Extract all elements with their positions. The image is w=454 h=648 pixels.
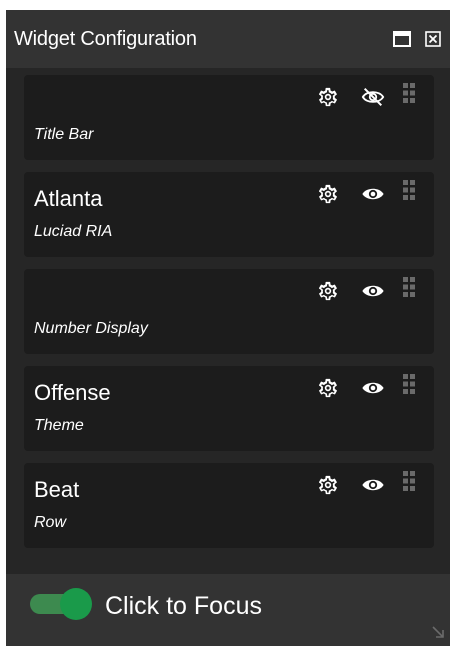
gear-icon[interactable] (316, 85, 340, 109)
window-title: Widget Configuration (14, 28, 197, 50)
focus-toggle-label: Click to Focus (105, 592, 262, 620)
gear-icon[interactable] (316, 279, 340, 303)
maximize-icon[interactable] (393, 30, 411, 48)
window-titlebar[interactable]: Widget Configuration (6, 10, 450, 68)
widget-configuration-panel: Widget Configuration Title Bar Atlanta L… (6, 10, 450, 646)
widget-card-row[interactable]: Beat Row (24, 463, 434, 548)
widget-subtitle: Row (34, 514, 67, 531)
widget-subtitle: Luciad RIA (34, 223, 113, 240)
widget-card-luciad-ria[interactable]: Atlanta Luciad RIA (24, 172, 434, 257)
widget-subtitle: Theme (34, 417, 84, 434)
drag-handle-icon[interactable] (400, 469, 418, 493)
widget-card-theme[interactable]: Offense Theme (24, 366, 434, 451)
drag-handle-icon[interactable] (400, 178, 418, 202)
widget-title: Offense (34, 380, 111, 405)
drag-handle-icon[interactable] (400, 81, 418, 105)
eye-icon[interactable] (361, 182, 385, 206)
panel-footer: Click to Focus (6, 574, 450, 646)
resize-grip-icon[interactable] (430, 624, 446, 640)
focus-toggle[interactable] (30, 588, 92, 620)
eye-icon[interactable] (361, 376, 385, 400)
drag-handle-icon[interactable] (400, 275, 418, 299)
widget-card-title-bar[interactable]: Title Bar (24, 75, 434, 160)
toggle-knob[interactable] (60, 588, 92, 620)
widget-list[interactable]: Title Bar Atlanta Luciad RIA Number Disp… (6, 68, 450, 574)
drag-handle-icon[interactable] (400, 372, 418, 396)
gear-icon[interactable] (316, 376, 340, 400)
gear-icon[interactable] (316, 473, 340, 497)
eye-icon[interactable] (361, 473, 385, 497)
widget-card-number-display[interactable]: Number Display (24, 269, 434, 354)
widget-subtitle: Title Bar (34, 126, 94, 143)
widget-subtitle: Number Display (34, 320, 148, 337)
eye-slash-icon[interactable] (361, 85, 385, 109)
eye-icon[interactable] (361, 279, 385, 303)
gear-icon[interactable] (316, 182, 340, 206)
close-icon[interactable] (424, 30, 442, 48)
widget-title: Beat (34, 477, 80, 502)
widget-title: Atlanta (34, 186, 103, 211)
